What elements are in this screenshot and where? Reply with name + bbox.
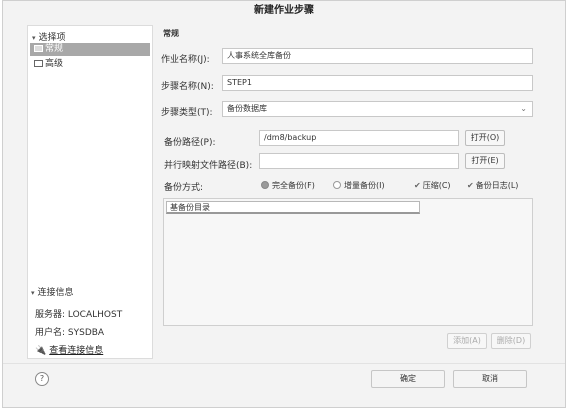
section-title: 常规 (163, 29, 179, 38)
dialog-window: 新建作业步骤 ▾ 选择项 常规 高级 ▾ 连接信息 服务器: LOCALHOST 用… (2, 0, 566, 408)
general-page-icon (34, 45, 43, 52)
compress-label: 压缩(C) (422, 181, 451, 190)
chevron-down-icon: ⌄ (520, 104, 527, 113)
connection-header[interactable]: ▾ 连接信息 (31, 285, 74, 298)
step-type-label: 步骤类型(T): (161, 108, 213, 118)
checkmark-icon: ✔ (467, 181, 474, 190)
base-backup-dir-table[interactable]: 基备份目录 (163, 198, 533, 326)
backup-log-label: 备份日志(L) (475, 181, 519, 190)
sidebar-item-general[interactable]: 常规 (30, 43, 150, 56)
radio-selected-icon (261, 181, 269, 189)
compress-checkbox[interactable]: ✔ 压缩(C) (414, 180, 451, 191)
open-backup-path-button[interactable]: 打开(O) (465, 130, 505, 146)
backup-path-label: 备份路径(P): (164, 138, 216, 148)
ok-button[interactable]: 确定 (371, 370, 445, 388)
full-backup-radio[interactable]: 完全备份(F) (261, 180, 315, 191)
incremental-backup-radio[interactable]: 增量备份(I) (333, 180, 385, 191)
checkmark-icon: ✔ (414, 181, 421, 190)
incremental-backup-label: 增量备份(I) (344, 181, 385, 190)
view-connection-link[interactable]: 🔌 查看连接信息 (35, 343, 103, 356)
base-backup-dir-column-header[interactable]: 基备份目录 (166, 201, 420, 214)
sidebar-item-advanced[interactable]: 高级 (30, 58, 150, 71)
step-name-label: 步骤名称(N): (161, 82, 214, 92)
parallel-map-field[interactable] (259, 153, 459, 169)
step-type-select[interactable]: 备份数据库 ⌄ (222, 101, 533, 117)
user-text: 用户名: SYSDBA (35, 328, 105, 338)
backup-path-field[interactable]: /dm8/backup (259, 130, 459, 146)
view-connection-label: 查看连接信息 (49, 346, 104, 356)
backup-method-label: 备份方式: (164, 183, 204, 193)
add-button[interactable]: 添加(A) (447, 333, 487, 349)
step-name-field[interactable]: STEP1 (222, 75, 533, 91)
backup-log-checkbox[interactable]: ✔ 备份日志(L) (467, 180, 518, 191)
full-backup-label: 完全备份(F) (272, 181, 315, 190)
sidebar-header[interactable]: ▾ 选择项 (32, 30, 66, 43)
sidebar-item-label: 常规 (45, 44, 64, 54)
job-name-label: 作业名称(J): (161, 55, 210, 65)
collapse-arrow-icon: ▾ (32, 34, 36, 42)
window-title: 新建作业步骤 (3, 1, 565, 21)
delete-button[interactable]: 删除(D) (491, 333, 531, 349)
advanced-page-icon (34, 60, 43, 67)
collapse-arrow-icon: ▾ (31, 289, 35, 297)
server-text: 服务器: LOCALHOST (35, 310, 123, 320)
radio-unselected-icon (333, 181, 341, 189)
job-name-field[interactable]: 人事系统全库备份 (222, 48, 533, 64)
sidebar-header-label: 选择项 (38, 33, 66, 43)
footer-divider (3, 363, 565, 364)
cancel-button[interactable]: 取消 (453, 370, 527, 388)
help-icon[interactable]: ? (35, 372, 49, 386)
open-parallel-path-button[interactable]: 打开(E) (465, 153, 505, 169)
step-type-value: 备份数据库 (227, 104, 267, 113)
connection-plug-icon: 🔌 (35, 346, 47, 356)
connection-header-label: 连接信息 (37, 288, 74, 298)
parallel-map-label: 并行映射文件路径(B): (164, 161, 253, 171)
sidebar-item-label: 高级 (45, 59, 64, 69)
